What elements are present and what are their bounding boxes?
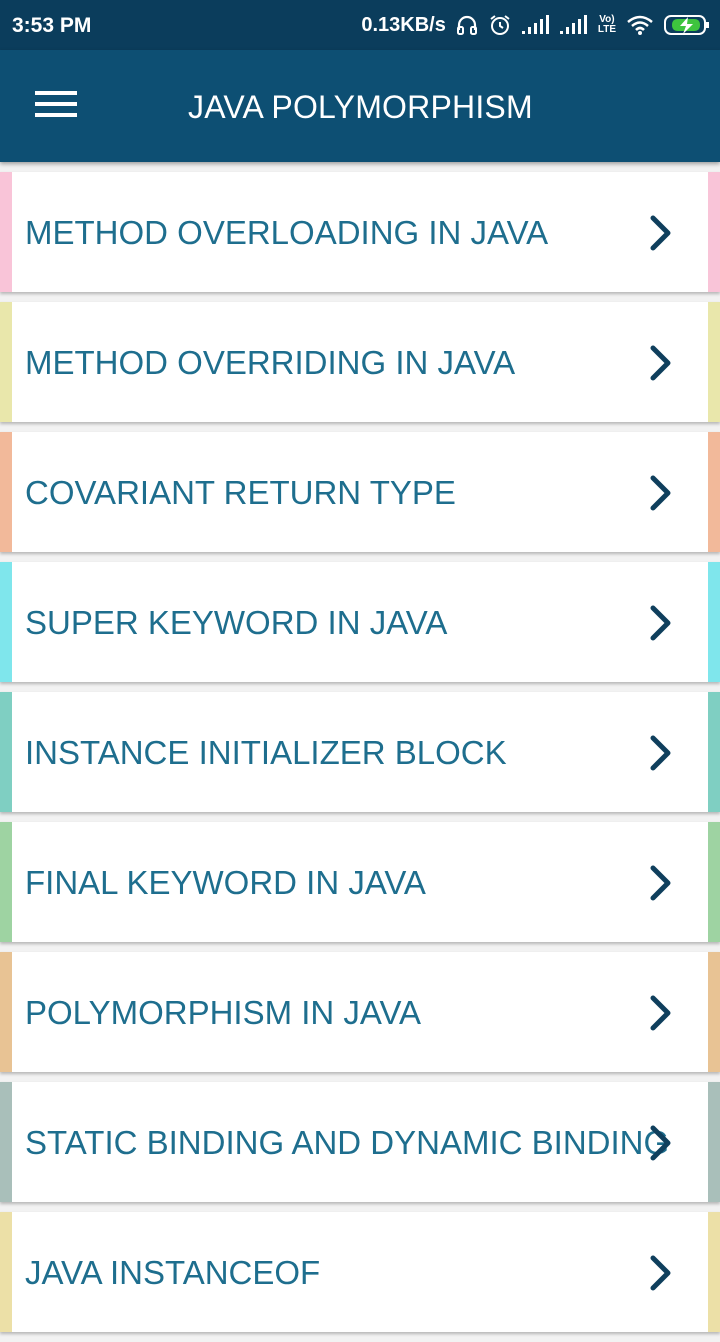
network-speed: 0.13KB/s (361, 14, 446, 36)
list-item[interactable]: COVARIANT RETURN TYPE (0, 432, 720, 552)
list-item-accent-left (0, 432, 12, 552)
list-item-label: JAVA INSTANCEOF (25, 1254, 321, 1291)
list-item-accent-right (708, 432, 720, 552)
chevron-right-icon (648, 604, 674, 642)
list-item[interactable]: SUPER KEYWORD IN JAVA (0, 562, 720, 682)
headphones-icon (456, 14, 478, 36)
signal-icon (521, 15, 550, 35)
list-item-accent-right (708, 1212, 720, 1332)
list-item-accent-left (0, 1082, 12, 1202)
list-item[interactable]: METHOD OVERRIDING IN JAVA (0, 302, 720, 422)
list-item-accent-left (0, 692, 12, 812)
list-item-label: POLYMORPHISM IN JAVA (25, 994, 422, 1031)
list-item[interactable]: STATIC BINDING AND DYNAMIC BINDING (0, 1082, 720, 1202)
chevron-right-icon (648, 994, 674, 1032)
list-item-accent-left (0, 302, 12, 422)
list-item-accent-right (708, 822, 720, 942)
list-item[interactable]: INSTANCE INITIALIZER BLOCK (0, 692, 720, 812)
alarm-icon (488, 13, 512, 37)
page-title: JAVA POLYMORPHISM (188, 89, 533, 125)
chevron-right-icon (648, 214, 674, 252)
list-item[interactable]: FINAL KEYWORD IN JAVA (0, 822, 720, 942)
list-item-label: FINAL KEYWORD IN JAVA (25, 864, 426, 901)
list-item-label: COVARIANT RETURN TYPE (25, 474, 456, 511)
list-item-accent-right (708, 172, 720, 292)
list-item-accent-left (0, 562, 12, 682)
list-item-label: SUPER KEYWORD IN JAVA (25, 604, 448, 641)
list-item-accent-right (708, 562, 720, 682)
volte-icon: Vo) LTE (598, 15, 616, 35)
signal-icon (559, 15, 588, 35)
chevron-right-icon (648, 1124, 674, 1162)
list-item[interactable]: POLYMORPHISM IN JAVA (0, 952, 720, 1072)
hamburger-menu-icon (35, 89, 77, 124)
list-item-label: STATIC BINDING AND DYNAMIC BINDING (25, 1124, 670, 1161)
list-item-accent-left (0, 952, 12, 1072)
wifi-icon (626, 14, 654, 36)
list-item-label: METHOD OVERRIDING IN JAVA (25, 344, 516, 381)
list-item-accent-left (0, 1212, 12, 1332)
list-item-accent-right (708, 1082, 720, 1202)
list-item-accent-right (708, 692, 720, 812)
list-item-accent-left (0, 172, 12, 292)
app-bar: JAVA POLYMORPHISM (0, 50, 720, 162)
chevron-right-icon (648, 734, 674, 772)
list-item-accent-left (0, 822, 12, 942)
status-bar: 3:53 PM 0.13KB/s Vo) LTE (0, 0, 720, 50)
menu-button[interactable] (20, 80, 92, 132)
list-item-label: INSTANCE INITIALIZER BLOCK (25, 734, 507, 771)
list-item[interactable]: METHOD OVERLOADING IN JAVA (0, 172, 720, 292)
status-time: 3:53 PM (12, 14, 92, 37)
battery-charging-icon (664, 14, 710, 36)
status-icons: 0.13KB/s Vo) LTE (361, 10, 710, 40)
chevron-right-icon (648, 864, 674, 902)
list-item-accent-right (708, 952, 720, 1072)
list-item-accent-right (708, 302, 720, 422)
list-item[interactable]: JAVA INSTANCEOF (0, 1212, 720, 1332)
chevron-right-icon (648, 1254, 674, 1292)
chevron-right-icon (648, 344, 674, 382)
volte-bottom-label: LTE (597, 24, 616, 35)
topic-list: METHOD OVERLOADING IN JAVA METHOD OVERRID… (0, 172, 720, 1342)
chevron-right-icon (648, 474, 674, 512)
list-item-label: METHOD OVERLOADING IN JAVA (25, 214, 549, 251)
